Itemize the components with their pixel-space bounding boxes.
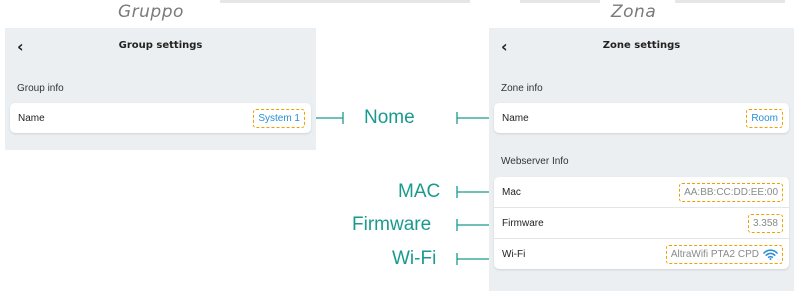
annotation-nome: Nome — [364, 107, 415, 128]
annotation-mac: MAC — [398, 181, 441, 202]
annotation-wifi: Wi-Fi — [392, 248, 437, 269]
annotation-firmware: Firmware — [352, 214, 432, 235]
